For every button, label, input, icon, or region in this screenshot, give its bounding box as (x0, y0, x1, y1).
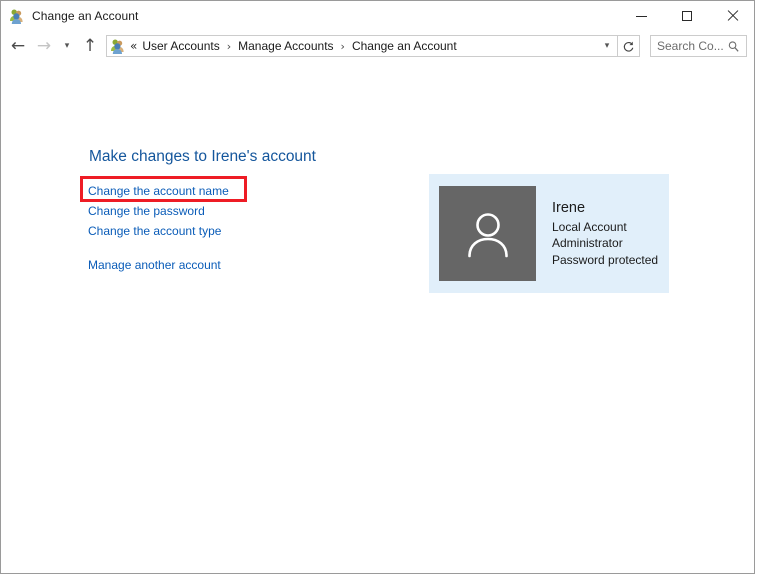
minimize-button[interactable] (619, 1, 664, 31)
navigation-bar: ← → ▾ ↑ « User Accounts › (1, 31, 754, 61)
page-title: Make changes to Irene's account (89, 148, 316, 166)
account-detail-type: Local Account (552, 219, 658, 236)
content-area: Make changes to Irene's account Change t… (1, 61, 754, 573)
account-name: Irene (552, 199, 658, 218)
control-panel-window: Change an Account ← → ▾ ↑ (0, 0, 755, 574)
task-link-list: Change the account name Change the passw… (88, 181, 229, 275)
up-button[interactable]: ↑ (77, 34, 103, 58)
recent-locations-button[interactable]: ▾ (57, 34, 77, 58)
window-controls (619, 1, 754, 31)
breadcrumb-separator-icon[interactable]: › (227, 40, 231, 53)
account-detail-role: Administrator (552, 235, 658, 252)
back-button[interactable]: ← (5, 34, 31, 58)
search-box[interactable]: Search Co... (650, 35, 747, 57)
account-detail-password: Password protected (552, 252, 658, 269)
maximize-icon (682, 11, 692, 21)
avatar (439, 186, 536, 281)
breadcrumb-item-manage-accounts[interactable]: Manage Accounts (236, 38, 335, 54)
title-bar: Change an Account (1, 1, 754, 31)
breadcrumb-separator-icon[interactable]: › (341, 40, 345, 53)
link-change-account-type[interactable]: Change the account type (88, 221, 221, 241)
forward-button[interactable]: → (31, 34, 57, 58)
chevron-down-icon: ▾ (65, 41, 70, 51)
link-change-password[interactable]: Change the password (88, 201, 205, 221)
address-bar[interactable]: « User Accounts › Manage Accounts › Chan… (106, 35, 618, 57)
user-avatar-icon (460, 206, 516, 262)
minimize-icon (636, 16, 647, 17)
breadcrumb-item-user-accounts[interactable]: User Accounts (140, 38, 221, 54)
breadcrumb-item-change-an-account[interactable]: Change an Account (350, 38, 459, 54)
forward-arrow-icon: → (37, 38, 51, 55)
window-title: Change an Account (32, 9, 138, 23)
address-dropdown-button[interactable]: ▾ (597, 36, 617, 56)
search-icon (727, 40, 740, 53)
user-accounts-icon (9, 8, 25, 24)
search-input[interactable]: Search Co... (657, 39, 727, 53)
up-arrow-icon: ↑ (83, 38, 97, 55)
account-summary-panel: Irene Local Account Administrator Passwo… (429, 174, 669, 293)
link-change-account-name[interactable]: Change the account name (88, 181, 229, 201)
address-bar-user-accounts-icon (110, 38, 126, 54)
refresh-icon (622, 40, 635, 53)
chevron-down-icon: ▾ (605, 41, 610, 51)
close-button[interactable] (709, 1, 754, 31)
link-manage-another-account[interactable]: Manage another account (88, 255, 221, 275)
refresh-button[interactable] (618, 35, 640, 57)
maximize-button[interactable] (664, 1, 709, 31)
close-icon (726, 10, 738, 22)
breadcrumb-overflow-icon[interactable]: « (130, 39, 137, 53)
account-info: Irene Local Account Administrator Passwo… (552, 199, 658, 269)
back-arrow-icon: ← (11, 38, 25, 55)
